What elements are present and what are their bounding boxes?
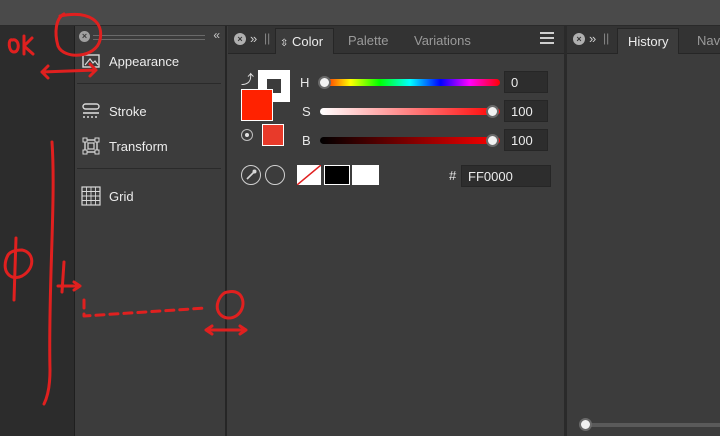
expand-icon[interactable]: » [250, 31, 257, 46]
drag-grip-icon[interactable]: || [603, 31, 609, 45]
expand-icon[interactable]: » [589, 31, 596, 46]
sort-icon: ⇳ [280, 38, 289, 49]
saturation-value-field[interactable]: 100 [504, 100, 548, 122]
hex-prefix-label: # [449, 168, 457, 183]
history-slider-thumb[interactable] [579, 418, 592, 431]
hex-value-field[interactable]: FF0000 [461, 165, 551, 187]
tab-palette[interactable]: Palette [338, 28, 398, 53]
saturation-slider-thumb[interactable] [486, 105, 499, 118]
panel-item-label: Transform [109, 138, 168, 154]
fill-swatch[interactable] [241, 89, 273, 121]
close-panel-icon[interactable]: × [234, 33, 246, 45]
panel-item-transform[interactable]: Transform [81, 135, 221, 157]
radio-button[interactable] [241, 129, 253, 141]
tab-color[interactable]: ⇳ Color [275, 28, 335, 54]
eyedropper-icon[interactable] [241, 165, 261, 185]
divider [77, 83, 221, 84]
panel-item-label: Grid [109, 188, 134, 204]
saturation-label: S [302, 104, 311, 119]
current-color-swatch[interactable] [262, 124, 284, 146]
drag-grip-icon[interactable]: || [264, 31, 270, 45]
panel-header: × « [75, 26, 225, 46]
transform-icon [81, 136, 101, 156]
white-swatch[interactable] [352, 165, 379, 185]
panel-item-appearance[interactable]: Appearance [81, 50, 221, 72]
brightness-slider-thumb[interactable] [486, 134, 499, 147]
close-panel-icon[interactable]: × [573, 33, 585, 45]
hue-slider-thumb[interactable] [318, 76, 331, 89]
collapse-icon[interactable]: « [213, 28, 220, 42]
history-panel-tab-bar: × » || History Nav [567, 26, 720, 54]
swap-colors-icon[interactable]: ⤴ [241, 69, 254, 88]
studio-panel-left: × « Appearance Stroke Transform Grid [75, 26, 227, 436]
appearance-icon [81, 51, 101, 71]
panel-grip[interactable] [93, 35, 205, 40]
panel-item-label: Stroke [109, 103, 147, 119]
panel-menu-icon[interactable] [540, 32, 554, 47]
panel-item-grid[interactable]: Grid [81, 185, 221, 207]
panel-item-label: Appearance [109, 53, 180, 69]
tab-variations[interactable]: Variations [404, 28, 481, 53]
left-toolbar-strip [0, 26, 75, 436]
tab-history[interactable]: History [617, 28, 680, 54]
brightness-value-field[interactable]: 100 [504, 129, 548, 151]
top-bar [0, 0, 720, 26]
color-panel: × » || ⇳ Color Palette Variations ⤴ H 0 … [228, 26, 567, 436]
color-panel-tab-bar: × » || ⇳ Color Palette Variations [228, 26, 564, 54]
grid-icon [81, 186, 101, 206]
stroke-icon [81, 101, 101, 121]
close-icon[interactable]: × [79, 31, 90, 42]
brightness-label: B [302, 133, 311, 148]
panel-item-stroke[interactable]: Stroke [81, 100, 221, 122]
none-swatch[interactable] [297, 165, 321, 185]
history-panel: × » || History Nav [567, 26, 720, 436]
hue-value-field[interactable]: 0 [504, 71, 548, 93]
transparency-circle-icon[interactable] [265, 165, 285, 185]
hue-slider[interactable] [320, 79, 500, 86]
history-slider[interactable] [585, 423, 720, 427]
black-swatch[interactable] [324, 165, 350, 185]
hue-label: H [300, 75, 310, 90]
tab-navigator[interactable]: Nav [687, 28, 720, 53]
brightness-slider[interactable] [320, 137, 500, 144]
saturation-slider[interactable] [320, 108, 500, 115]
divider [77, 168, 221, 169]
